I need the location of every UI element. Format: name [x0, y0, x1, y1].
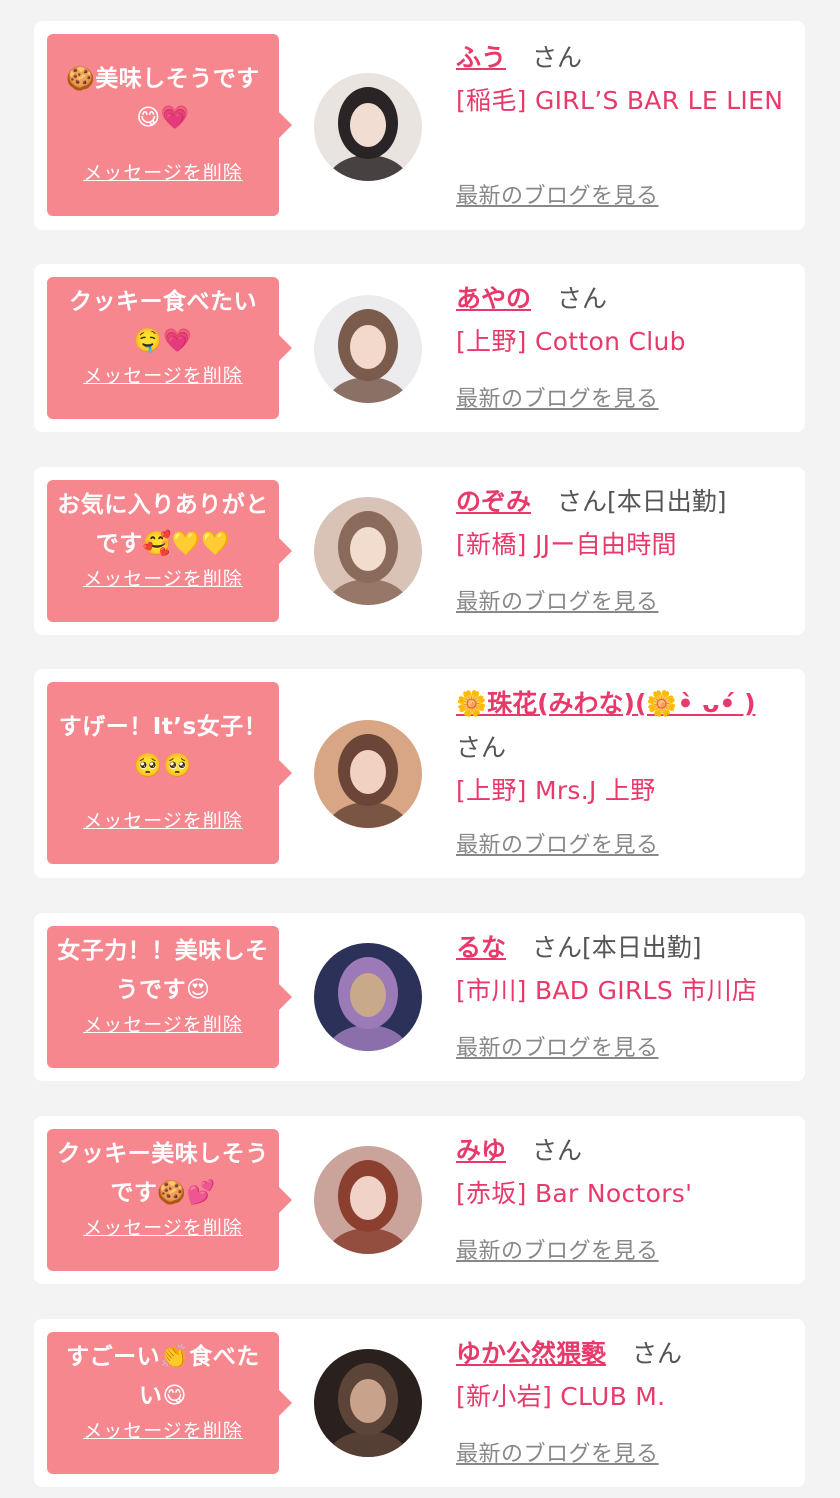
avatar[interactable] — [314, 720, 422, 828]
latest-blog-link[interactable]: 最新のブログを見る — [456, 832, 659, 860]
status-badge: [本日出勤] — [582, 933, 702, 962]
message-bubble: すごーい👏食べたい😋 メッセージを削除 — [47, 1332, 292, 1474]
sender-info: あやの さん [上野] Cotton Club — [456, 277, 793, 363]
sender-name-line: みゆ さん — [456, 1129, 793, 1173]
sender-name-link[interactable]: るな — [456, 933, 506, 962]
message-card: クッキー美味しそうです🍪💕 メッセージを削除 みゆ さん [赤坂] Bar No… — [34, 1116, 805, 1284]
message-bubble: クッキー美味しそうです🍪💕 メッセージを削除 — [47, 1129, 292, 1271]
message-text: お気に入りありがとです🥰💛💛 — [57, 492, 269, 557]
latest-blog-link[interactable]: 最新のブログを見る — [456, 1035, 659, 1063]
latest-blog-link[interactable]: 最新のブログを見る — [456, 183, 659, 211]
honorific: さん — [632, 1339, 683, 1368]
honorific: さん — [532, 1136, 583, 1165]
honorific: さん — [532, 43, 583, 72]
shop-name: [市川] BAD GIRLS 市川店 — [456, 976, 758, 1005]
message-card: 🍪美味しそうです😋💗 メッセージを削除 ふう さん [稲毛] GIRL’S BA… — [34, 21, 805, 230]
message-bubble: クッキー食べたい🤤💗 メッセージを削除 — [47, 277, 292, 419]
sender-name-link[interactable]: みゆ — [456, 1136, 506, 1165]
message-card: お気に入りありがとです🥰💛💛 メッセージを削除 のぞみ さん[本日出勤] [新橋… — [34, 467, 805, 635]
latest-blog-link[interactable]: 最新のブログを見る — [456, 589, 659, 617]
shop-name: [稲毛] GIRL’S BAR LE LIEN — [456, 86, 784, 115]
sender-name-link[interactable]: ゆか公然猥褻 — [456, 1339, 606, 1368]
message-text: すごーい👏食べたい😋 — [66, 1344, 260, 1409]
latest-blog-link[interactable]: 最新のブログを見る — [456, 1238, 659, 1266]
honorific: さん — [557, 487, 608, 516]
message-card: すごーい👏食べたい😋 メッセージを削除 ゆか公然猥褻 さん [新小岩] CLUB… — [34, 1319, 805, 1487]
avatar[interactable] — [314, 73, 422, 181]
avatar[interactable] — [314, 943, 422, 1051]
sender-info: ふう さん [稲毛] GIRL’S BAR LE LIEN — [456, 36, 793, 122]
avatar[interactable] — [314, 1146, 422, 1254]
sender-name-line: るな さん[本日出勤] — [456, 926, 793, 970]
message-text: クッキー食べたい🤤💗 — [69, 289, 257, 354]
message-bubble: 女子力！！美味しそうです😍 メッセージを削除 — [47, 926, 292, 1068]
sender-info: みゆ さん [赤坂] Bar Noctors' — [456, 1129, 793, 1215]
sender-name-link[interactable]: のぞみ — [456, 487, 531, 516]
avatar[interactable] — [314, 1349, 422, 1457]
sender-info: 🌼珠花(みわな)(🌼•̀ ᴗ•́ ) さん [上野] Mrs.J 上野 — [456, 682, 793, 812]
message-card: 女子力！！美味しそうです😍 メッセージを削除 るな さん[本日出勤] [市川] … — [34, 913, 805, 1081]
delete-message-link[interactable]: メッセージを削除 — [47, 1013, 279, 1037]
shop-name: [新橋] JJー自由時間 — [456, 530, 677, 559]
honorific: さん — [557, 284, 608, 313]
message-text: クッキー美味しそうです🍪💕 — [57, 1141, 269, 1206]
sender-info: るな さん[本日出勤] [市川] BAD GIRLS 市川店 — [456, 926, 793, 1012]
sender-name-line: あやの さん — [456, 277, 793, 321]
honorific: さん — [456, 733, 507, 762]
delete-message-link[interactable]: メッセージを削除 — [47, 567, 279, 591]
sender-info: のぞみ さん[本日出勤] [新橋] JJー自由時間 — [456, 480, 793, 566]
shop-name: [新小岩] CLUB M. — [456, 1382, 666, 1411]
sender-name-line: 🌼珠花(みわな)(🌼•̀ ᴗ•́ ) さん — [456, 682, 793, 770]
delete-message-link[interactable]: メッセージを削除 — [47, 161, 279, 185]
avatar[interactable] — [314, 497, 422, 605]
message-text: すげー！It’s女子！🥺🥺 — [58, 714, 268, 779]
shop-name: [赤坂] Bar Noctors' — [456, 1179, 693, 1208]
honorific: さん — [532, 933, 583, 962]
shop-name: [上野] Cotton Club — [456, 327, 686, 356]
message-bubble: お気に入りありがとです🥰💛💛 メッセージを削除 — [47, 480, 292, 622]
message-bubble: 🍪美味しそうです😋💗 メッセージを削除 — [47, 34, 292, 216]
sender-info: ゆか公然猥褻 さん [新小岩] CLUB M. — [456, 1332, 793, 1418]
sender-name-link[interactable]: ふう — [456, 43, 506, 72]
delete-message-link[interactable]: メッセージを削除 — [47, 364, 279, 388]
latest-blog-link[interactable]: 最新のブログを見る — [456, 386, 659, 414]
message-list: 🍪美味しそうです😋💗 メッセージを削除 ふう さん [稲毛] GIRL’S BA… — [0, 0, 840, 1487]
shop-name: [上野] Mrs.J 上野 — [456, 776, 656, 805]
sender-name-line: のぞみ さん[本日出勤] — [456, 480, 793, 524]
sender-name-line: ふう さん — [456, 36, 793, 80]
delete-message-link[interactable]: メッセージを削除 — [47, 1216, 279, 1240]
sender-name-link[interactable]: あやの — [456, 284, 531, 313]
message-text: 🍪美味しそうです😋💗 — [66, 66, 260, 131]
message-bubble: すげー！It’s女子！🥺🥺 メッセージを削除 — [47, 682, 292, 864]
sender-name-line: ゆか公然猥褻 さん — [456, 1332, 793, 1376]
delete-message-link[interactable]: メッセージを削除 — [47, 809, 279, 833]
status-badge: [本日出勤] — [607, 487, 727, 516]
sender-name-link[interactable]: 🌼珠花(みわな)(🌼•̀ ᴗ•́ ) — [456, 689, 756, 718]
latest-blog-link[interactable]: 最新のブログを見る — [456, 1441, 659, 1469]
message-card: すげー！It’s女子！🥺🥺 メッセージを削除 🌼珠花(みわな)(🌼•̀ ᴗ•́ — [34, 669, 805, 878]
delete-message-link[interactable]: メッセージを削除 — [47, 1419, 279, 1443]
avatar[interactable] — [314, 295, 422, 403]
message-text: 女子力！！美味しそうです😍 — [57, 938, 269, 1003]
message-card: クッキー食べたい🤤💗 メッセージを削除 あやの さん [上野] Cotton C… — [34, 264, 805, 432]
